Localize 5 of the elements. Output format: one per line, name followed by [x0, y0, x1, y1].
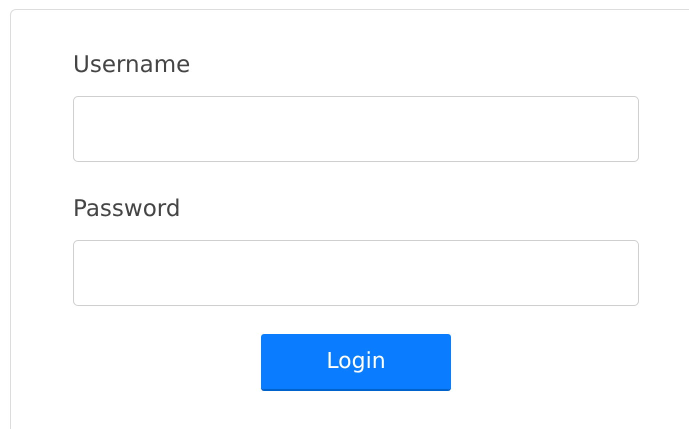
field-label: Username: [73, 51, 192, 80]
input-field[interactable]: [73, 96, 639, 162]
login-button[interactable]: Login: [261, 334, 451, 391]
input-field[interactable]: [73, 240, 639, 306]
field-label: Password: [73, 195, 182, 224]
